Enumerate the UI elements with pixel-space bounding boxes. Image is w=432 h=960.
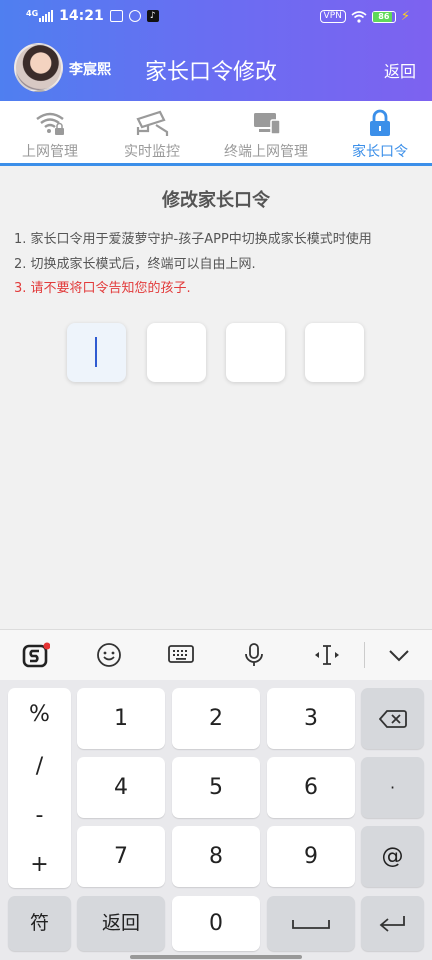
- key-4[interactable]: 4: [77, 757, 165, 818]
- tab-label: 实时监控: [124, 144, 180, 160]
- note-2: 2. 切换成家长模式后，终端可以自由上网.: [14, 257, 256, 272]
- sogou-logo-icon[interactable]: [22, 642, 51, 670]
- key-8[interactable]: 8: [172, 826, 260, 887]
- backspace-key[interactable]: [361, 688, 424, 749]
- section-title: 修改家长口令: [162, 190, 270, 211]
- symbols-key[interactable]: 符: [8, 896, 71, 951]
- note-3-warning: 3. 请不要将口令告知您的孩子.: [14, 281, 191, 296]
- toolbar-divider: [364, 642, 365, 668]
- pin-box-1[interactable]: [67, 323, 126, 382]
- keyboard-toolbar: [0, 629, 432, 680]
- tab-parent-password[interactable]: 家长口令: [328, 101, 432, 163]
- emoji-icon[interactable]: [95, 642, 123, 670]
- clock: 14:21: [59, 8, 104, 24]
- wifi-icon: [351, 10, 367, 23]
- key-2[interactable]: 2: [172, 688, 260, 749]
- battery-icon: 86: [371, 10, 396, 23]
- tiktok-icon: ♪: [146, 10, 159, 22]
- key-5[interactable]: 5: [172, 757, 260, 818]
- key-plus[interactable]: +: [8, 852, 71, 877]
- key-dot[interactable]: ·: [361, 757, 424, 818]
- symbol-column[interactable]: % / - +: [8, 688, 71, 888]
- network-type: 4G: [26, 9, 39, 18]
- tab-terminal-management[interactable]: 终端上网管理: [204, 101, 328, 163]
- return-key[interactable]: 返回: [77, 896, 165, 951]
- keyboard-icon[interactable]: [167, 642, 195, 670]
- home-indicator[interactable]: [130, 955, 302, 959]
- collapse-icon[interactable]: [385, 642, 413, 670]
- alarm-icon: [128, 10, 141, 22]
- tab-label: 上网管理: [22, 144, 78, 160]
- key-minus[interactable]: -: [8, 803, 71, 828]
- pin-box-2[interactable]: [147, 323, 206, 382]
- signal-icon: 4G: [26, 9, 54, 22]
- key-9[interactable]: 9: [267, 826, 355, 887]
- pin-box-4[interactable]: [305, 323, 364, 382]
- message-icon: [109, 10, 123, 22]
- space-key[interactable]: [267, 896, 355, 951]
- key-1[interactable]: 1: [77, 688, 165, 749]
- lock-icon: [370, 109, 390, 136]
- charging-icon: ⚡: [400, 9, 410, 24]
- enter-icon: [379, 916, 405, 932]
- battery-level: 86: [378, 11, 390, 21]
- username: 李宸熙: [69, 62, 111, 78]
- key-percent[interactable]: %: [8, 702, 71, 727]
- key-at[interactable]: @: [361, 826, 424, 887]
- wifi-lock-icon: [36, 112, 64, 135]
- numeric-keyboard: % / - + 1 2 3 4 5 6 · 7 8 9 @ 符 返回 0: [0, 680, 432, 960]
- tab-label: 终端上网管理: [224, 144, 308, 160]
- status-bar: 4G 14:21 ♪ VPN 86 ⚡: [0, 0, 432, 33]
- enter-key[interactable]: [361, 896, 424, 951]
- header: 4G 14:21 ♪ VPN 86 ⚡ 李宸熙 家长口令修改 返回: [0, 0, 432, 101]
- avatar[interactable]: [14, 43, 63, 92]
- pin-box-3[interactable]: [226, 323, 285, 382]
- space-icon: [292, 920, 330, 929]
- tab-label: 家长口令: [352, 144, 408, 160]
- key-3[interactable]: 3: [267, 688, 355, 749]
- key-0[interactable]: 0: [172, 896, 260, 951]
- tab-internet-management[interactable]: 上网管理: [0, 101, 100, 163]
- devices-icon: [254, 113, 281, 135]
- vpn-badge: VPN: [319, 10, 346, 23]
- tab-live-monitor[interactable]: 实时监控: [100, 101, 204, 163]
- cursor-icon[interactable]: [312, 642, 340, 670]
- tab-bar: 上网管理 实时监控 终端上网管理 家长口令: [0, 101, 432, 166]
- camera-icon: [136, 110, 169, 136]
- key-7[interactable]: 7: [77, 826, 165, 887]
- back-button[interactable]: 返回: [384, 58, 416, 82]
- key-6[interactable]: 6: [267, 757, 355, 818]
- text-cursor: [95, 337, 97, 367]
- page-title: 家长口令修改: [145, 60, 278, 85]
- note-1: 1. 家长口令用于爱菠萝守护-孩子APP中切换成家长模式时使用: [14, 232, 372, 247]
- key-slash[interactable]: /: [8, 754, 71, 779]
- backspace-icon: [378, 710, 407, 728]
- microphone-icon[interactable]: [240, 642, 268, 670]
